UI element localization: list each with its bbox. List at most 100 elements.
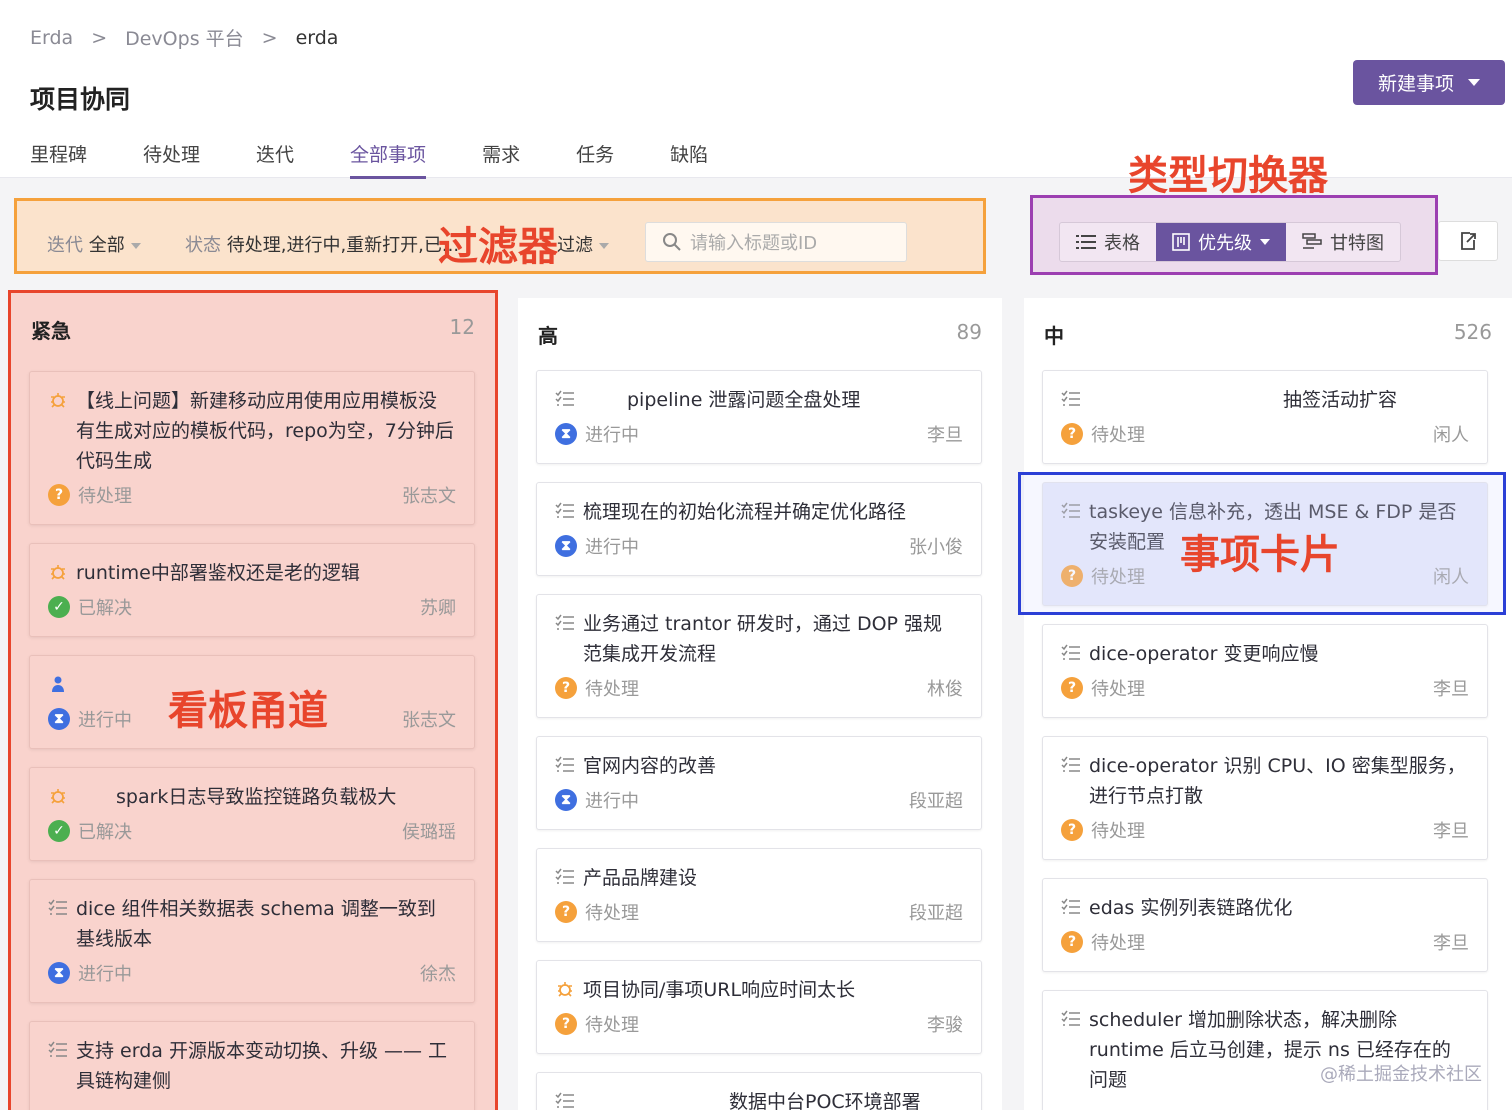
tab-pending[interactable]: 待处理 [143,140,200,179]
view-table-button[interactable]: 表格 [1060,223,1156,261]
task-icon [48,1040,68,1060]
status-filter[interactable]: 状态 待处理,进行中,重新打开,已... [185,231,459,257]
annotation-card: 事项卡片 [1180,532,1340,578]
view-priority-label: 优先级 [1198,233,1252,254]
card-title: 支持 erda 开源版本变动切换、升级 —— 工具链构建侧 [76,1040,448,1092]
card-status-label: 待处理 [1091,933,1145,954]
in-progress-icon: ⧗ [555,789,577,811]
issue-card[interactable]: pipeline 泄露问题全盘处理 ⧗ 进行中 李旦 [536,370,982,464]
card-status[interactable]: ⧗ 进行中 [555,421,639,447]
card-assignee[interactable]: 侯璐瑶 [402,818,456,844]
issue-card[interactable]: 产品品牌建设 ? 待处理 段亚超 [536,848,982,942]
card-assignee[interactable]: 张小俊 [909,533,963,559]
issue-card[interactable]: dice-operator 变更响应慢 ? 待处理 李旦 [1042,624,1488,718]
status-filter-value: 待处理,进行中,重新打开,已... [226,235,460,256]
issue-card[interactable]: dice 组件相关数据表 schema 调整一致到基线版本 ⧗ 进行中 徐杰 [29,879,475,1003]
issue-card[interactable]: 官网内容的改善 ⧗ 进行中 段亚超 [536,736,982,830]
card-title: runtime中部署鉴权还是老的逻辑 [76,562,360,584]
view-gantt-button[interactable]: 甘特图 [1286,223,1400,261]
card-status[interactable]: ⧗ 进行中 [48,960,132,986]
gantt-icon [1302,233,1322,249]
search-input[interactable]: 请输入标题或ID [645,222,907,262]
card-assignee[interactable]: 李旦 [927,421,963,447]
issue-card[interactable]: 抽签活动扩容 ? 待处理 闲人 [1042,370,1488,464]
card-status[interactable]: ? 待处理 [1061,675,1145,701]
in-progress-icon: ⧗ [48,708,70,730]
card-title: pipeline 泄露问题全盘处理 [627,389,861,411]
chevron-down-icon [599,243,609,249]
issue-card[interactable]: 支持 erda 开源版本变动切换、升级 —— 工具链构建侧 [29,1021,475,1110]
card-status[interactable]: ✓ 已解决 [48,594,132,620]
issue-card[interactable]: 梳理现在的初始化流程并确定优化路径 ⧗ 进行中 张小俊 [536,482,982,576]
card-assignee[interactable]: 张志文 [402,482,456,508]
task-icon [1061,897,1081,917]
card-assignee[interactable]: 段亚超 [909,787,963,813]
tab-bug[interactable]: 缺陷 [670,140,708,179]
lane-title: 中 [1044,324,1064,348]
card-assignee[interactable]: 闲人 [1433,421,1469,447]
card-status[interactable]: ⧗ 进行中 [48,706,132,732]
tab-iteration[interactable]: 迭代 [256,140,294,179]
tab-all-issues[interactable]: 全部事项 [350,140,427,179]
card-assignee[interactable]: 张志文 [402,706,456,732]
annotation-lane: 看板甬道 [168,688,328,734]
tab-milestone[interactable]: 里程碑 [30,140,87,179]
breadcrumb-item-erda[interactable]: Erda [30,27,73,49]
card-assignee[interactable]: 李骏 [927,1011,963,1037]
iteration-filter-label: 迭代 [47,235,83,256]
card-title: 【线上问题】新建移动应用使用应用模板没有生成对应的模板代码，repo为空，7分钟… [76,390,454,472]
view-switcher: 表格 优先级 甘特图 [1059,222,1401,262]
lane-header: 紧急 12 [11,315,495,344]
tab-requirement[interactable]: 需求 [482,140,520,179]
export-button[interactable] [1438,221,1498,261]
card-assignee[interactable]: 李旦 [1433,675,1469,701]
issue-card[interactable]: edas 实例列表链路优化 ? 待处理 李旦 [1042,878,1488,972]
view-table-label: 表格 [1104,233,1140,254]
issue-card[interactable]: 数据中台POC环境部署 [536,1072,982,1110]
card-status[interactable]: ? 待处理 [555,899,639,925]
card-status[interactable]: ? 待处理 [555,675,639,701]
check-icon: ✓ [48,596,70,618]
breadcrumb-item-devops[interactable]: DevOps 平台 [125,24,244,51]
card-assignee[interactable]: 苏卿 [420,594,456,620]
issue-card[interactable]: 业务通过 trantor 研发时，通过 DOP 强规范集成开发流程 ? 待处理 林… [536,594,982,718]
card-status[interactable]: ? 待处理 [1061,929,1145,955]
issue-card[interactable]: 【线上问题】新建移动应用使用应用模板没有生成对应的模板代码，repo为空，7分钟… [29,371,475,525]
issue-card[interactable]: spark日志导致监控链路负载极大 ✓ 已解决 侯璐瑶 [29,767,475,861]
todo-icon: ? [555,677,577,699]
status-filter-label: 状态 [185,235,221,256]
card-status-label: 已解决 [78,822,132,843]
view-priority-button[interactable]: 优先级 [1156,223,1286,261]
breadcrumb-separator: > [91,26,108,49]
card-status[interactable]: ? 待处理 [1061,421,1145,447]
issue-card[interactable]: dice-operator 识别 CPU、IO 密集型服务，进行节点打散 ? 待处… [1042,736,1488,860]
card-title: 业务通过 trantor 研发时，通过 DOP 强规范集成开发流程 [583,613,943,665]
card-status[interactable]: ⧗ 进行中 [555,787,639,813]
task-icon [1061,755,1081,775]
card-status[interactable]: ? 待处理 [1061,817,1145,843]
in-progress-icon: ⧗ [555,423,577,445]
card-assignee[interactable]: 林俊 [927,675,963,701]
breadcrumb-item-current: erda [295,26,339,49]
card-assignee[interactable]: 李旦 [1433,929,1469,955]
card-assignee[interactable]: 段亚超 [909,899,963,925]
annotation-switcher: 类型切换器 [1128,153,1328,199]
iteration-filter[interactable]: 迭代 全部 [47,231,141,257]
issue-card[interactable]: 项目协同/事项URL响应时间太长 ? 待处理 李骏 [536,960,982,1054]
card-assignee[interactable]: 李旦 [1433,817,1469,843]
card-status[interactable]: ⧗ 进行中 [555,533,639,559]
todo-icon: ? [1061,677,1083,699]
card-assignee[interactable]: 徐杰 [420,960,456,986]
card-status-label: 已解决 [78,598,132,619]
todo-icon: ? [1061,819,1083,841]
tab-task[interactable]: 任务 [576,140,614,179]
card-status[interactable]: ? 待处理 [555,1011,639,1037]
issue-card[interactable]: runtime中部署鉴权还是老的逻辑 ✓ 已解决 苏卿 [29,543,475,637]
list-icon [1076,235,1096,249]
card-status[interactable]: ✓ 已解决 [48,818,132,844]
more-filter[interactable]: 过滤 [557,231,609,257]
new-issue-button[interactable]: 新建事项 [1353,60,1505,105]
card-status[interactable]: ? 待处理 [48,482,132,508]
card-status-label: 待处理 [1091,425,1145,446]
issue-card[interactable]: scheduler 增加删除状态，解决删除 runtime 后立马创建，提示 n… [1042,990,1488,1110]
